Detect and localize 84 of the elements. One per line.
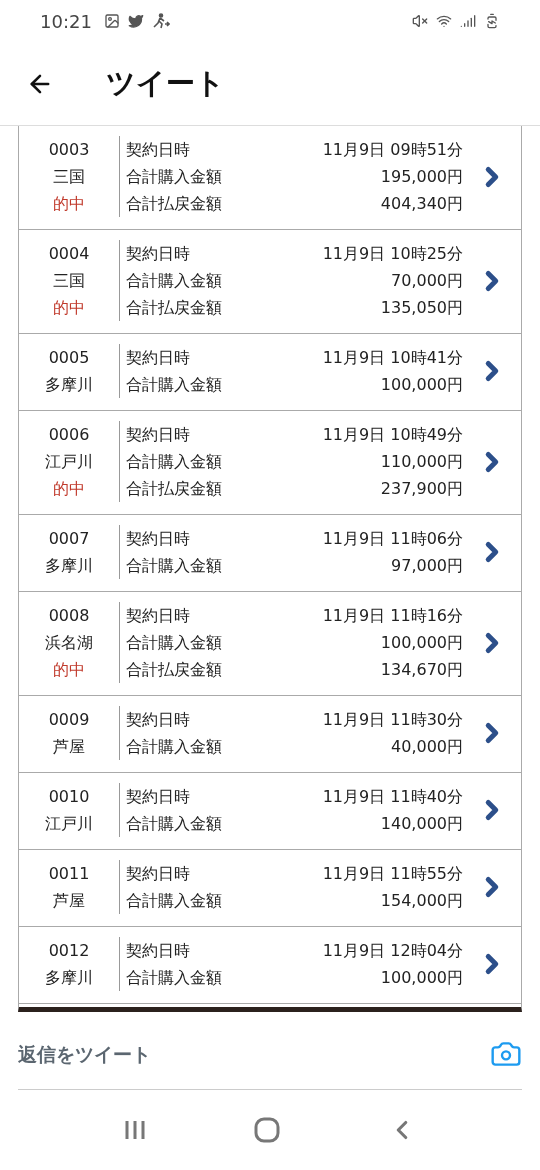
field-value: 134,670円 [380, 659, 463, 681]
field-value: 140,000円 [380, 813, 463, 835]
venue-name: 三国 [53, 270, 85, 292]
field-label: 合計払戻金額 [126, 193, 222, 215]
field-value: 11月9日 12時04分 [322, 940, 463, 962]
field-label: 合計購入金額 [126, 270, 222, 292]
field-label: 合計払戻金額 [126, 478, 222, 500]
reply-field[interactable]: 返信をツイート [18, 1043, 318, 1065]
record-number: 0012 [48, 940, 90, 962]
field-value: 195,000円 [380, 166, 463, 188]
field-label: 契約日時 [126, 863, 190, 885]
field-value: 11月9日 09時51分 [322, 139, 463, 161]
field-value: 100,000円 [380, 632, 463, 654]
field-value: 11月9日 11時06分 [322, 528, 463, 550]
result-label: 的中 [53, 659, 85, 681]
venue-name: 多摩川 [45, 555, 93, 577]
field-value: 110,000円 [380, 451, 463, 473]
field-label: 契約日時 [126, 347, 190, 369]
result-label: 的中 [53, 193, 85, 215]
field-label: 契約日時 [126, 709, 190, 731]
field-label: 合計購入金額 [126, 813, 222, 835]
venue-name: 芦屋 [53, 890, 85, 912]
wifi-icon [436, 13, 452, 29]
field-label: 合計購入金額 [126, 890, 222, 912]
field-label: 合計購入金額 [126, 374, 222, 396]
field-value: 11月9日 10時49分 [322, 424, 463, 446]
field-label: 合計購入金額 [126, 632, 222, 654]
field-label: 契約日時 [126, 940, 190, 962]
signal-icon [460, 13, 476, 29]
field-label: 合計購入金額 [126, 555, 222, 577]
field-label: 合計購入金額 [126, 736, 222, 758]
field-value: 11月9日 11時40分 [322, 786, 463, 808]
field-value: 11月9日 11時55分 [322, 863, 463, 885]
field-value: 70,000円 [391, 270, 463, 292]
field-value: 100,000円 [380, 967, 463, 989]
venue-name: 三国 [53, 166, 85, 188]
field-value: 237,900円 [380, 478, 463, 500]
field-value: 404,340円 [380, 193, 463, 215]
venue-name: 浜名湖 [45, 632, 93, 654]
field-value: 97,000円 [391, 555, 463, 577]
venue-name: 江戸川 [45, 813, 93, 835]
record-number: 0005 [48, 347, 90, 369]
record-number: 0006 [48, 424, 90, 446]
field-label: 合計購入金額 [126, 166, 222, 188]
field-value: 100,000円 [380, 374, 463, 396]
screen-title: ツイート [106, 64, 225, 102]
venue-name: 芦屋 [53, 736, 85, 758]
home-button[interactable] [254, 1117, 280, 1143]
clock: 10:21 [40, 10, 92, 32]
venue-name: 多摩川 [45, 967, 93, 989]
record-number: 0003 [48, 139, 90, 161]
field-value: 135,050円 [380, 297, 463, 319]
record-number: 0007 [48, 528, 90, 550]
venue-name: 江戸川 [45, 451, 93, 473]
record-number: 0010 [48, 786, 90, 808]
bird-icon [127, 13, 144, 29]
field-value: 154,000円 [380, 890, 463, 912]
field-value: 11月9日 10時25分 [322, 243, 463, 265]
record-number: 0011 [48, 863, 90, 885]
venue-name: 多摩川 [45, 374, 93, 396]
record-number: 0008 [48, 605, 90, 627]
field-label: 契約日時 [126, 605, 190, 627]
mute-icon [412, 13, 428, 29]
field-label: 契約日時 [126, 243, 190, 265]
field-value: 11月9日 10時41分 [322, 347, 463, 369]
battery-icon [484, 13, 500, 29]
record-number: 0009 [48, 709, 90, 731]
result-label: 的中 [53, 297, 85, 319]
result-label: 的中 [53, 478, 85, 500]
record-number: 0004 [48, 243, 90, 265]
field-label: 契約日時 [126, 424, 190, 446]
field-label: 合計購入金額 [126, 451, 222, 473]
image-icon [103, 13, 120, 29]
field-label: 契約日時 [126, 786, 190, 808]
field-label: 合計払戻金額 [126, 297, 222, 319]
field-value: 11月9日 11時30分 [322, 709, 463, 731]
field-label: 合計払戻金額 [126, 659, 222, 681]
field-value: 11月9日 11時16分 [322, 605, 463, 627]
field-value: 40,000円 [391, 736, 463, 758]
field-label: 合計購入金額 [126, 967, 222, 989]
field-label: 契約日時 [126, 528, 190, 550]
runner-icon [151, 13, 170, 29]
recent-apps-button[interactable] [123, 1119, 148, 1141]
field-label: 契約日時 [126, 139, 190, 161]
